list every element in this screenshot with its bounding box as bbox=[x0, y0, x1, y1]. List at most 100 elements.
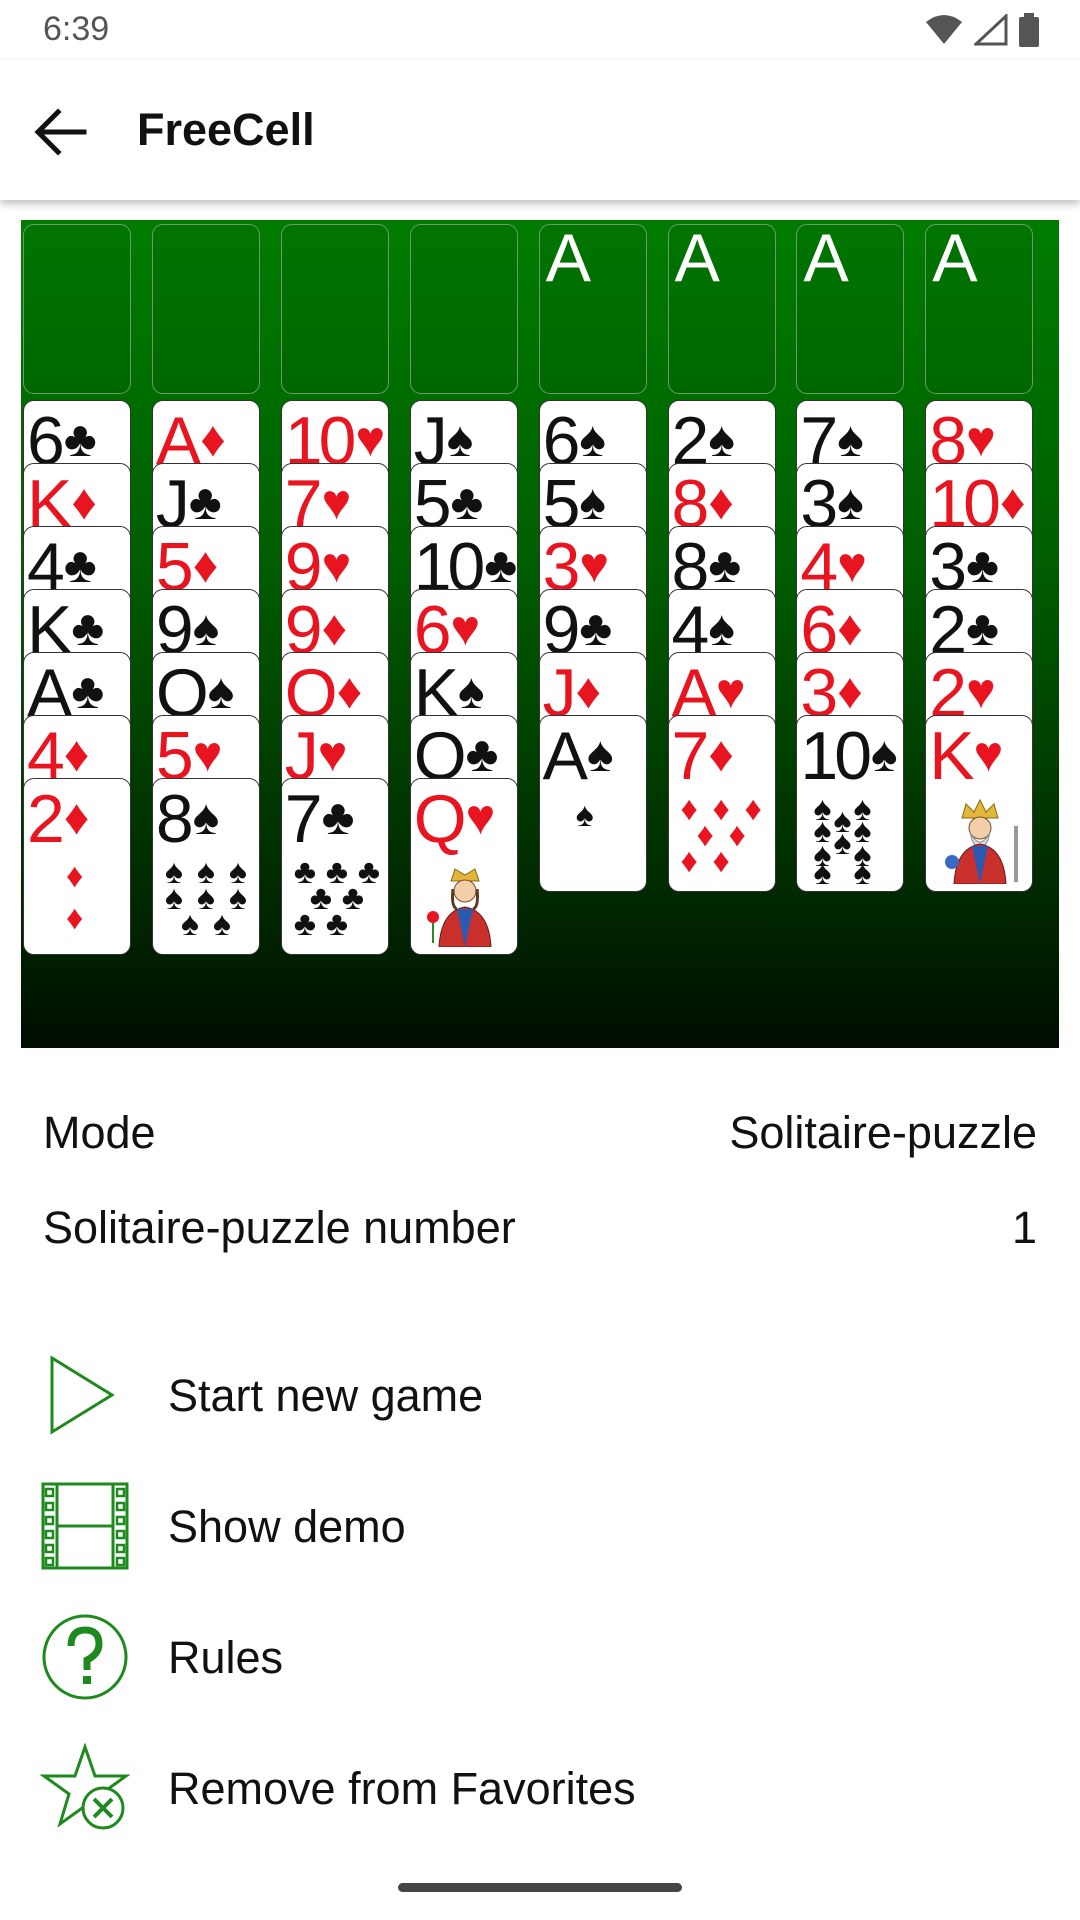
card-rank: 8 bbox=[155, 781, 194, 857]
card-10-of-spades[interactable]: 10♠ ♠ ♠ ♠ ♠ ♠ ♠ ♠ ♠ ♠ ♠ bbox=[796, 715, 905, 892]
puzzle-number-value: 1 bbox=[1011, 1202, 1037, 1253]
foundation-slot[interactable]: A bbox=[796, 224, 905, 394]
remove-from-favorites-button[interactable]: Remove from Favorites bbox=[0, 1733, 1080, 1853]
card-suit-icon: ♦ bbox=[63, 726, 90, 782]
card-suit-icon: ♣ bbox=[63, 537, 97, 593]
card-index: Q♥ bbox=[414, 779, 496, 857]
spades-pip-icon: ♠ bbox=[813, 854, 832, 892]
foundation-slot[interactable]: A bbox=[538, 224, 647, 394]
card-index: A♠ bbox=[543, 716, 614, 794]
card-suit-icon: ♠ bbox=[579, 411, 606, 467]
diamonds-pip-icon: ♦ bbox=[66, 899, 84, 937]
card-rank: 10 bbox=[800, 718, 872, 794]
free-cell-slot[interactable] bbox=[23, 224, 131, 394]
card-suit-icon: ♣ bbox=[71, 663, 105, 719]
spades-pip-icon: ♠ bbox=[575, 796, 594, 834]
card-index: 2♦ bbox=[27, 779, 89, 857]
card-suit-icon: ♣ bbox=[71, 600, 105, 656]
free-cell-slot[interactable] bbox=[151, 224, 260, 394]
card-suit-icon: ♦ bbox=[336, 663, 363, 719]
card-suit-icon: ♥ bbox=[837, 537, 867, 593]
card-suit-icon: ♦ bbox=[708, 726, 734, 782]
card-8-of-spades[interactable]: 8♠ ♠ ♠ ♠ ♠ ♠ ♠ ♠ ♠ bbox=[151, 778, 260, 955]
card-index: 8♠ bbox=[156, 779, 219, 857]
arrow-left-icon[interactable] bbox=[28, 100, 92, 164]
card-index: 7♦ bbox=[672, 716, 734, 794]
card-suit-icon: ♠ bbox=[708, 411, 735, 467]
card-suit-icon: ♥ bbox=[966, 411, 996, 467]
clubs-pip-icon: ♣ bbox=[325, 905, 349, 943]
card-rank: 7 bbox=[284, 781, 323, 857]
star-remove-icon bbox=[40, 1743, 130, 1830]
card-suit-icon: ♠ bbox=[586, 726, 614, 782]
rules-button[interactable]: Rules bbox=[0, 1602, 1080, 1722]
diamonds-pip-icon: ♦ bbox=[696, 816, 714, 854]
card-suit-icon: ♣ bbox=[579, 600, 613, 656]
card-suit-icon: ♣ bbox=[63, 411, 97, 467]
page-title: FreeCell bbox=[137, 104, 315, 155]
card-7-of-diamonds[interactable]: 7♦ ♦ ♦ ♦ ♦ ♦ ♦ ♦ bbox=[667, 715, 776, 892]
card-suit-icon: ♦ bbox=[708, 474, 734, 530]
card-suit-icon: ♠ bbox=[708, 600, 735, 656]
card-suit-icon: ♦ bbox=[999, 474, 1026, 530]
card-suit-icon: ♠ bbox=[192, 789, 220, 845]
start-new-game-label: Start new game bbox=[168, 1370, 484, 1421]
card-king-of-hearts[interactable]: K♥ bbox=[925, 715, 1034, 892]
card-suit-icon: ♥ bbox=[465, 789, 496, 845]
diamonds-pip-icon: ♦ bbox=[744, 790, 762, 828]
card-suit-icon: ♣ bbox=[966, 537, 999, 593]
card-rank: 2 bbox=[27, 781, 65, 857]
start-new-game-button[interactable]: Start new game bbox=[0, 1340, 1080, 1460]
card-suit-icon: ♥ bbox=[321, 474, 352, 530]
card-suit-icon: ♥ bbox=[355, 411, 386, 467]
puzzle-number-row[interactable]: Solitaire-puzzle number 1 bbox=[43, 1202, 1037, 1262]
free-cell-slot[interactable] bbox=[280, 224, 389, 394]
diamonds-pip-icon: ♦ bbox=[66, 857, 84, 895]
wifi-icon bbox=[926, 15, 962, 44]
card-rank: Q bbox=[413, 781, 467, 857]
battery-icon bbox=[1019, 13, 1039, 47]
gesture-nav-handle[interactable] bbox=[398, 1883, 682, 1892]
card-suit-icon: ♦ bbox=[837, 663, 863, 719]
mode-row[interactable]: Mode Solitaire-puzzle bbox=[43, 1107, 1037, 1167]
card-suit-icon: ♠ bbox=[207, 663, 235, 719]
card-suit-icon: ♦ bbox=[71, 474, 97, 530]
show-demo-button[interactable]: Show demo bbox=[0, 1471, 1080, 1591]
play-icon bbox=[50, 1355, 115, 1435]
card-suit-icon: ♥ bbox=[579, 537, 610, 593]
card-suit-icon: ♠ bbox=[458, 663, 485, 719]
rules-label: Rules bbox=[168, 1632, 284, 1683]
card-suit-icon: ♦ bbox=[192, 537, 219, 593]
diamonds-pip-icon: ♦ bbox=[712, 790, 730, 828]
card-suit-icon: ♠ bbox=[837, 411, 864, 467]
card-suit-icon: ♥ bbox=[973, 726, 1004, 782]
diamonds-pip-icon: ♦ bbox=[728, 816, 746, 854]
card-suit-icon: ♥ bbox=[966, 663, 996, 719]
game-board[interactable]: A A A A 6♣ K♦ 4♣ K♣ A♣ 4♦ 2♦ ♦ ♦ A♦ J♣ 5♦ 9♠ Q♠ 5♥ 8♠ ♠ ♠ ♠ ♠ ♠ ♠… bbox=[21, 220, 1059, 1048]
card-rank: A bbox=[542, 718, 588, 794]
card-7-of-clubs[interactable]: 7♣ ♣ ♣ ♣ ♣ ♣ ♣ ♣ bbox=[280, 778, 389, 955]
card-ace-of-spades[interactable]: A♠ ♠ bbox=[538, 715, 647, 892]
card-suit-icon: ♣ bbox=[708, 537, 742, 593]
card-suit-icon: ♣ bbox=[484, 537, 518, 593]
card-suit-icon: ♥ bbox=[321, 537, 352, 593]
diamonds-pip-icon: ♦ bbox=[712, 842, 730, 880]
foundation-slot[interactable]: A bbox=[925, 224, 1034, 394]
card-suit-icon: ♠ bbox=[192, 600, 220, 656]
foundation-label: A bbox=[932, 224, 978, 296]
card-queen-of-hearts[interactable]: Q♥ bbox=[409, 778, 518, 955]
card-suit-icon: ♠ bbox=[837, 474, 864, 530]
spades-pip-icon: ♠ bbox=[212, 905, 231, 943]
foundation-slot[interactable]: A bbox=[667, 224, 776, 394]
diamonds-pip-icon: ♦ bbox=[680, 842, 698, 880]
card-index: K♥ bbox=[929, 716, 1003, 794]
card-rank: 7 bbox=[671, 718, 710, 794]
king-figure-icon bbox=[945, 798, 1019, 884]
card-suit-icon: ♥ bbox=[715, 663, 746, 719]
card-index: 10♠ bbox=[800, 716, 897, 794]
app-bar: FreeCell bbox=[0, 60, 1080, 200]
free-cell-slot[interactable] bbox=[409, 224, 518, 394]
card-suit-icon: ♣ bbox=[450, 474, 484, 530]
card-2-of-diamonds[interactable]: 2♦ ♦ ♦ bbox=[23, 778, 131, 955]
foundation-label: A bbox=[674, 224, 720, 296]
